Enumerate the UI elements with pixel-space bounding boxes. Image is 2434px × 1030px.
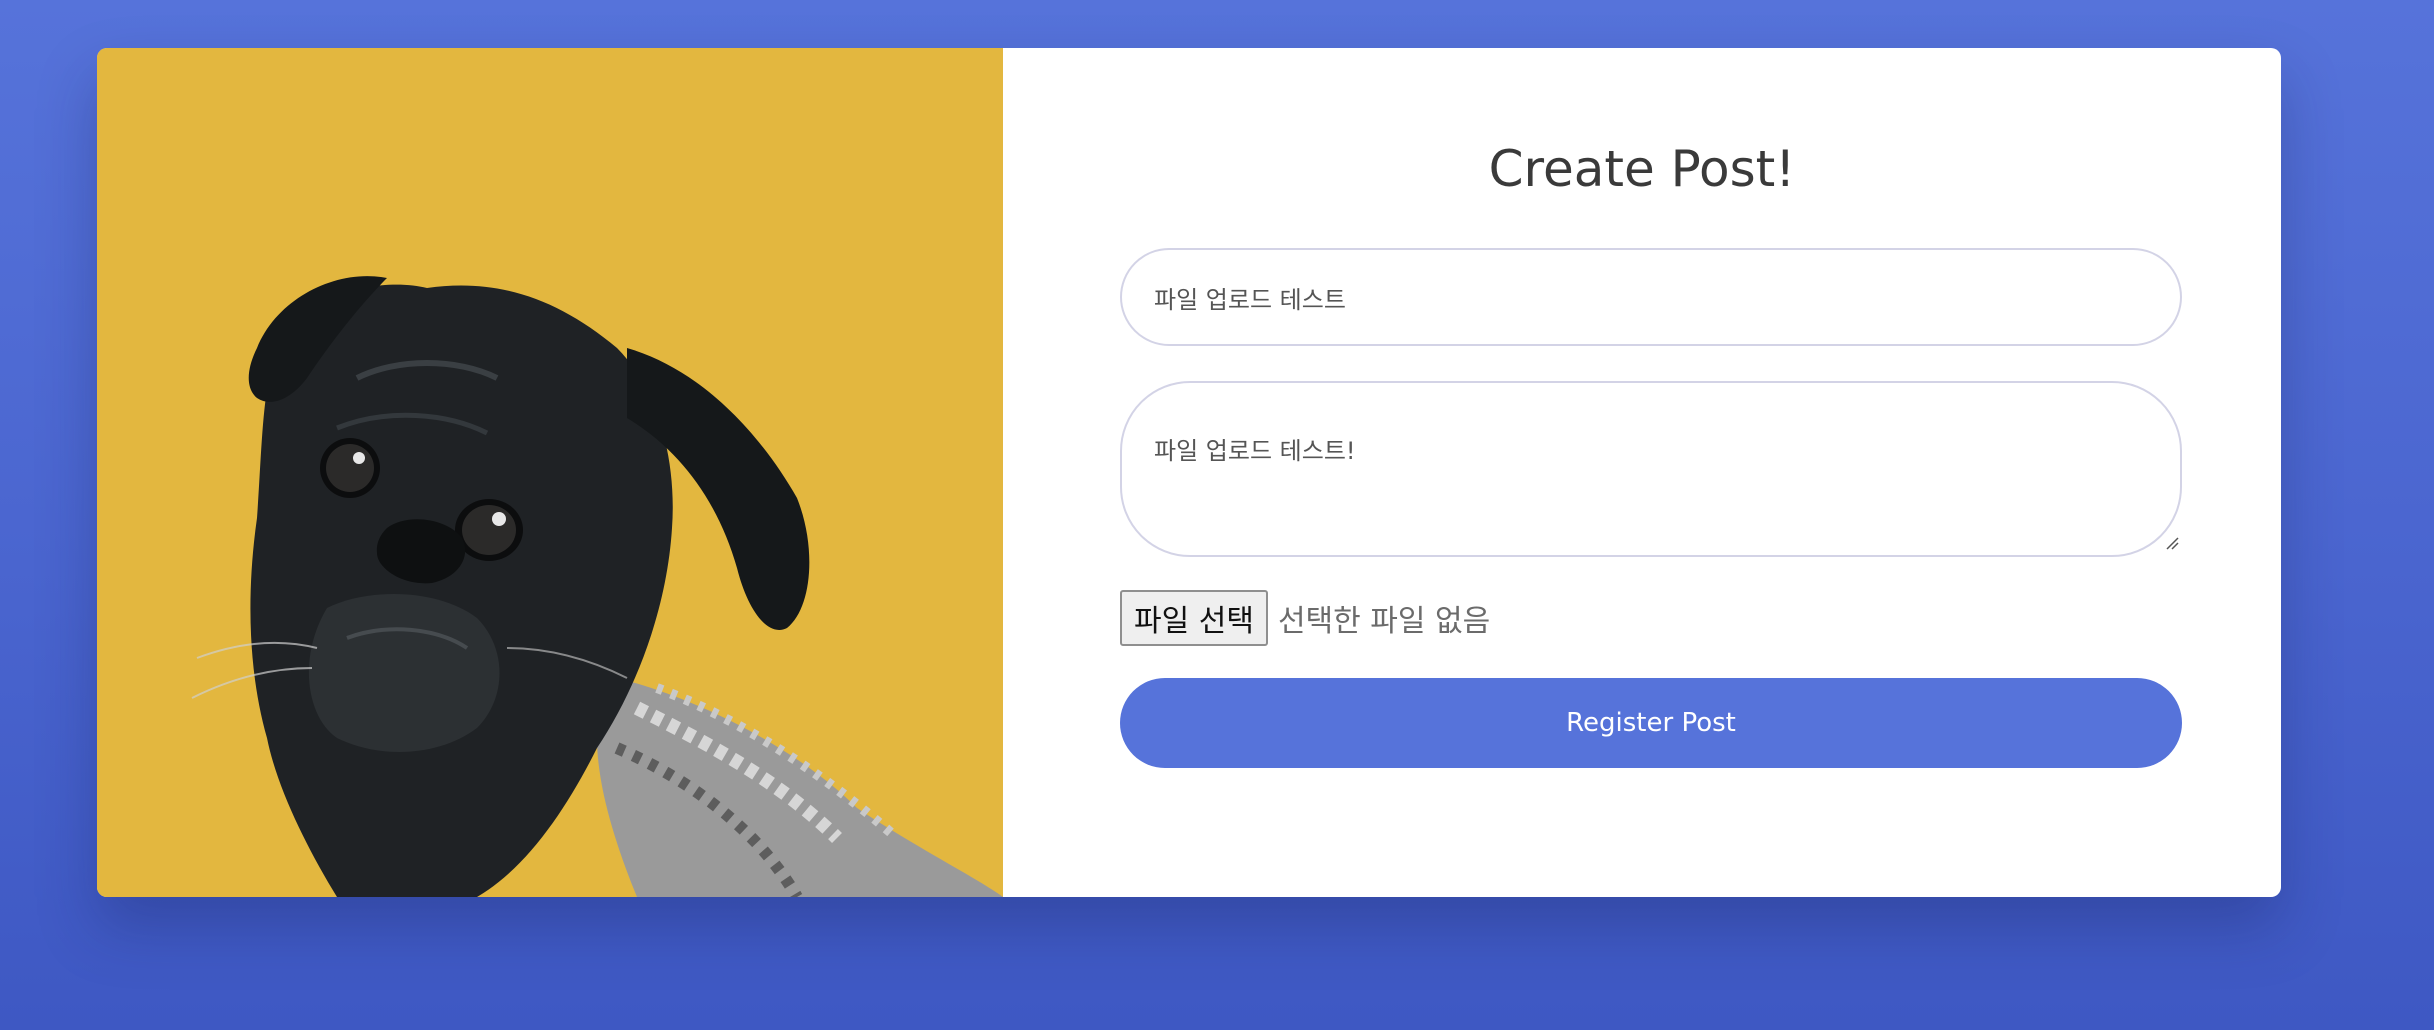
file-upload-row: 파일 선택 선택한 파일 없음 [1120, 589, 1490, 647]
choose-file-button[interactable]: 파일 선택 [1120, 590, 1268, 646]
resize-grip-icon[interactable] [2165, 536, 2179, 550]
post-form: Create Post! 파일 업로드 테스트! 파일 선택 선택한 파일 없음… [1003, 48, 2281, 897]
file-status-text: 선택한 파일 없음 [1277, 604, 1491, 639]
post-content-textarea[interactable]: 파일 업로드 테스트! [1120, 381, 2182, 557]
post-card: Create Post! 파일 업로드 테스트! 파일 선택 선택한 파일 없음… [97, 48, 2281, 897]
page-title: Create Post! [1488, 140, 1796, 198]
pug-photo [97, 48, 1003, 897]
post-title-input[interactable] [1120, 248, 2182, 346]
register-post-button[interactable]: Register Post [1120, 678, 2182, 768]
pug-illustration [97, 48, 1003, 897]
